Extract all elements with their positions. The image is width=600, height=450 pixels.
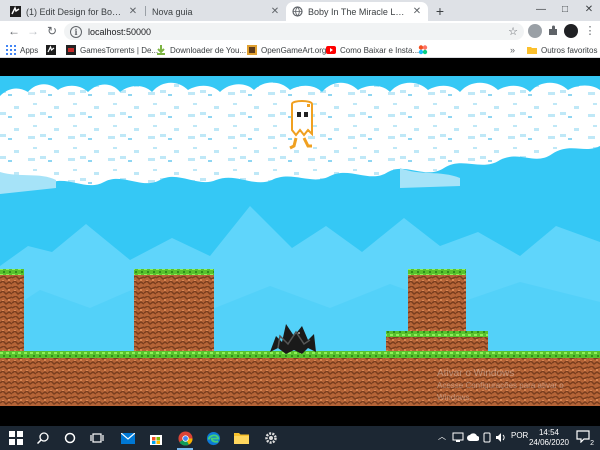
cortana-button[interactable] bbox=[61, 429, 79, 447]
tab-label: Nova guia bbox=[152, 6, 193, 17]
bookmarks-bar: Apps GamesTorrents | De... Downloader de… bbox=[0, 42, 600, 58]
store-app[interactable] bbox=[147, 429, 165, 447]
edge-icon bbox=[206, 431, 220, 445]
browser-toolbar: ← → ↻ i localhost:50000 ☆ ⋮ bbox=[0, 21, 600, 42]
bookmarks-overflow-button[interactable]: » bbox=[510, 43, 515, 57]
cortana-icon bbox=[64, 432, 76, 444]
chevron-double-icon: » bbox=[510, 45, 516, 55]
bookmark-apps[interactable]: Apps bbox=[6, 43, 38, 57]
globe-favicon-icon bbox=[292, 6, 303, 17]
watermark-subtitle: Acesse Configurações para ativar o bbox=[437, 381, 564, 390]
right-upper-dirt-block bbox=[408, 269, 466, 336]
opengameart-icon bbox=[247, 45, 257, 55]
network-icon[interactable] bbox=[452, 432, 464, 443]
close-tab-icon[interactable]: ✕ bbox=[412, 6, 422, 17]
bookmark-gamestorrents[interactable]: GamesTorrents | De... bbox=[66, 43, 158, 57]
start-icon bbox=[9, 431, 23, 445]
watermark-title: Ativar o Windows bbox=[437, 368, 515, 379]
chrome-app[interactable] bbox=[176, 429, 194, 450]
apps-grid-icon bbox=[6, 45, 16, 55]
search-button[interactable] bbox=[34, 429, 52, 447]
tray-overflow-chevron-icon[interactable]: ︿ bbox=[438, 431, 446, 442]
clock-date: 24/06/2020 bbox=[528, 438, 570, 447]
codepen-icon bbox=[46, 45, 56, 55]
search-icon bbox=[37, 432, 49, 444]
close-tab-icon[interactable]: ✕ bbox=[270, 6, 280, 17]
mail-icon bbox=[121, 432, 135, 444]
tab-strip: (1) Edit Design for Boby In Miracle ✕ No… bbox=[0, 0, 600, 21]
right-step-platform bbox=[386, 331, 488, 352]
close-window-button[interactable]: ✕ bbox=[580, 2, 598, 18]
center-dirt-pillar bbox=[134, 269, 214, 352]
pen-workspace-icon[interactable] bbox=[482, 432, 492, 443]
game-scene bbox=[0, 76, 600, 406]
bookmark-figma[interactable] bbox=[418, 43, 432, 57]
bookmark-label: OpenGameArt.org bbox=[261, 45, 327, 55]
tab-edit-design[interactable]: (1) Edit Design for Boby In Miracle ✕ bbox=[4, 2, 144, 21]
bookmark-label: Como Baixar e Insta... bbox=[340, 45, 420, 55]
settings-icon bbox=[265, 432, 277, 444]
folder-icon bbox=[527, 47, 537, 54]
bookmark-label: Outros favoritos bbox=[541, 45, 598, 55]
downloader-icon bbox=[157, 45, 165, 55]
task-view-icon bbox=[90, 433, 104, 443]
url-text[interactable]: localhost:50000 bbox=[88, 27, 151, 37]
windows-taskbar: ︿ POR 14:54 24/06/2020 2 bbox=[0, 426, 600, 450]
new-tab-button[interactable]: + bbox=[432, 2, 448, 20]
figma-icon bbox=[418, 45, 428, 55]
bookmark-other-folder[interactable]: Outros favoritos bbox=[527, 43, 597, 57]
forward-icon[interactable]: → bbox=[25, 23, 41, 39]
bookmark-opengameart[interactable]: OpenGameArt.org bbox=[247, 43, 326, 57]
file-explorer-app[interactable] bbox=[232, 429, 250, 447]
bookmark-label: Apps bbox=[20, 45, 39, 55]
clock-time: 14:54 bbox=[538, 428, 560, 437]
notifications-icon bbox=[576, 430, 590, 444]
address-bar[interactable]: i localhost:50000 ☆ bbox=[64, 23, 524, 40]
input-language[interactable]: POR bbox=[511, 431, 528, 440]
codepen-favicon-icon bbox=[10, 6, 21, 17]
tab-label: Boby In The Miracle Land (Constr bbox=[308, 6, 408, 17]
tab-label: (1) Edit Design for Boby In Miracle bbox=[26, 6, 124, 17]
watermark-subtitle-2: Windows. bbox=[437, 393, 472, 402]
game-canvas[interactable] bbox=[0, 76, 600, 406]
task-view-button[interactable] bbox=[88, 429, 106, 447]
bookmark-star-icon[interactable]: ☆ bbox=[508, 25, 518, 38]
windows-activation-watermark: Ativar o Windows Acesse Configurações pa… bbox=[437, 368, 564, 404]
explorer-icon bbox=[233, 433, 249, 444]
bookmark-label: Downloader de You... bbox=[170, 45, 247, 55]
profile-avatar[interactable] bbox=[564, 24, 578, 38]
chrome-icon bbox=[177, 430, 193, 446]
action-center-button[interactable]: 2 bbox=[576, 430, 594, 447]
gamestorrents-icon bbox=[66, 45, 76, 55]
youtube-icon bbox=[326, 46, 336, 54]
volume-icon[interactable] bbox=[495, 432, 507, 443]
bookmark-codepen[interactable] bbox=[46, 43, 60, 57]
onedrive-cloud-icon[interactable] bbox=[467, 433, 479, 442]
left-dirt-pillar bbox=[0, 269, 24, 352]
maximize-button[interactable]: □ bbox=[556, 2, 574, 18]
menu-kebab-icon[interactable]: ⋮ bbox=[582, 23, 598, 39]
edge-app[interactable] bbox=[204, 429, 222, 447]
back-icon[interactable]: ← bbox=[6, 23, 22, 39]
page-viewport: Ativar o Windows Acesse Configurações pa… bbox=[0, 58, 600, 426]
store-icon bbox=[150, 435, 162, 445]
extensions-puzzle-icon[interactable] bbox=[546, 24, 560, 38]
reload-icon[interactable]: ↻ bbox=[44, 23, 60, 39]
site-info-icon[interactable]: i bbox=[70, 25, 82, 38]
extension-shield-icon[interactable] bbox=[528, 24, 542, 38]
bookmark-youtube[interactable]: Como Baixar e Insta... bbox=[326, 43, 419, 57]
bookmark-downloader[interactable]: Downloader de You... bbox=[156, 43, 246, 57]
tab-nova-guia[interactable]: Nova guia ✕ bbox=[146, 2, 286, 21]
system-clock[interactable]: 14:54 24/06/2020 bbox=[528, 428, 570, 448]
notification-count: 2 bbox=[590, 440, 594, 447]
settings-app[interactable] bbox=[262, 429, 280, 447]
tab-boby-game[interactable]: Boby In The Miracle Land (Constr ✕ bbox=[286, 2, 428, 21]
start-button[interactable] bbox=[7, 429, 25, 447]
minimize-button[interactable]: — bbox=[532, 2, 550, 18]
close-tab-icon[interactable]: ✕ bbox=[128, 6, 138, 17]
mail-app[interactable] bbox=[119, 429, 137, 447]
bookmark-label: GamesTorrents | De... bbox=[80, 45, 159, 55]
